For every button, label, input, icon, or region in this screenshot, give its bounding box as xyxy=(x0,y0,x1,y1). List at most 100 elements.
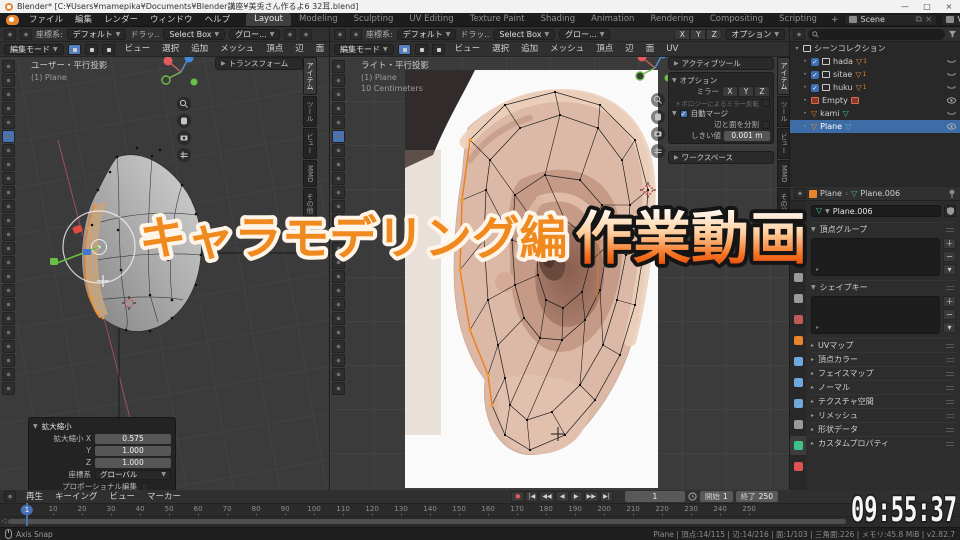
delete-scene-icon[interactable]: × xyxy=(925,15,933,25)
orientation-dropdown[interactable]: デフォルト▼ xyxy=(397,29,457,40)
menu-ヘルプ[interactable]: ヘルプ xyxy=(199,13,237,27)
properties-tab-particles[interactable] xyxy=(790,373,806,392)
section-頂点カラー[interactable]: ▸頂点カラー xyxy=(811,352,956,366)
bevel-tool-button[interactable] xyxy=(2,256,15,269)
vertex-select-mode-button[interactable] xyxy=(68,44,81,55)
eye-open-icon[interactable] xyxy=(947,97,956,104)
options-panel-header[interactable]: ▼オプション xyxy=(672,75,770,86)
face-select-mode-button[interactable] xyxy=(102,44,115,55)
active-tool-panel-collapsed[interactable]: ▶アクティブツール xyxy=(668,57,774,70)
shrink-fatten-tool-button[interactable] xyxy=(2,354,15,367)
expand-dot[interactable]: • xyxy=(802,58,808,65)
shear-tool-button[interactable] xyxy=(332,368,345,381)
edge-select-mode-button[interactable] xyxy=(415,44,428,55)
viewport-menu-頂点[interactable]: 頂点 xyxy=(590,42,619,56)
knife-tool-button[interactable] xyxy=(2,284,15,297)
visibility-eye-open[interactable] xyxy=(947,123,956,130)
minimize-button[interactable]: — xyxy=(894,0,916,13)
rotate-tool-button[interactable] xyxy=(332,144,345,157)
menu-編集[interactable]: 編集 xyxy=(69,13,98,27)
collection-checkbox[interactable]: ✓ xyxy=(811,71,819,79)
mirror-z-button[interactable]: Z xyxy=(706,29,722,40)
properties-tab-object[interactable] xyxy=(790,331,806,350)
play-button[interactable]: ▶ xyxy=(570,491,583,502)
start-frame-field[interactable]: 開始1 xyxy=(700,491,733,502)
annotate-tool-button[interactable] xyxy=(2,186,15,199)
prev-keyframe-button[interactable]: ◀◀ xyxy=(539,491,554,502)
properties-tab-scene[interactable] xyxy=(790,289,806,308)
visibility-eye-open[interactable] xyxy=(947,97,956,104)
sidebar-tab-MMD[interactable]: MMD xyxy=(303,160,317,187)
cursor-tool-button[interactable] xyxy=(2,116,15,129)
jump-to-start-button[interactable]: |◀ xyxy=(525,491,538,502)
tool-options-icon[interactable] xyxy=(20,29,32,40)
select-box-tool-button[interactable] xyxy=(332,74,345,87)
add-shape-key-button[interactable]: ＋ xyxy=(943,296,956,307)
fake-user-button[interactable] xyxy=(944,205,956,217)
workspace-tab-UV Editing[interactable]: UV Editing xyxy=(401,13,461,26)
pivot-dropdown[interactable]: グロー...▼ xyxy=(559,29,610,40)
viewport-menu-面[interactable]: 面 xyxy=(310,42,329,56)
viewport-menu-追加[interactable]: 追加 xyxy=(185,42,214,56)
knife-tool-button[interactable] xyxy=(332,284,345,297)
add-workspace-button[interactable]: + xyxy=(825,15,845,25)
rip-region-tool-button[interactable] xyxy=(332,382,345,395)
scale-tool-button[interactable] xyxy=(2,158,15,171)
expand-dot[interactable]: • xyxy=(802,110,808,117)
section-UVマップ[interactable]: ▸UVマップ xyxy=(811,338,956,352)
add-cube-tool-button[interactable] xyxy=(332,214,345,227)
select-circle-tool-button[interactable] xyxy=(2,88,15,101)
mirror-y-button[interactable]: Y xyxy=(690,29,706,40)
transform-tool-button[interactable] xyxy=(2,172,15,185)
display-mode-icon[interactable] xyxy=(793,29,805,40)
select-box-tool-button[interactable] xyxy=(2,74,15,87)
viewport-menu-メッシュ[interactable]: メッシュ xyxy=(214,42,260,56)
orientation-dropdown[interactable]: グローバル▼ xyxy=(95,470,171,480)
outliner-item-kami[interactable]: •▽kami▽ xyxy=(790,107,960,120)
sidebar-tab-アイテム[interactable]: アイテム xyxy=(777,57,790,95)
next-keyframe-button[interactable]: ▶▶ xyxy=(584,491,599,502)
inset-faces-tool-button[interactable] xyxy=(332,242,345,255)
workspace-tab-Modeling[interactable]: Modeling xyxy=(291,13,346,26)
section-形状データ[interactable]: ▸形状データ xyxy=(811,422,956,436)
measure-tool-button[interactable] xyxy=(2,200,15,213)
edge-select-mode-button[interactable] xyxy=(85,44,98,55)
filter-icon[interactable] xyxy=(948,30,957,38)
orientation-dropdown[interactable]: デフォルト▼ xyxy=(67,29,127,40)
properties-tab-tool[interactable] xyxy=(790,205,806,224)
viewport-menu-ビュー[interactable]: ビュー xyxy=(449,42,487,56)
eye-closed-icon[interactable] xyxy=(947,71,956,78)
tool-options-icon[interactable] xyxy=(350,29,362,40)
maximize-button[interactable]: □ xyxy=(916,0,938,13)
mesh-name-field[interactable]: ▽ ▼ Plane.006 xyxy=(811,205,941,217)
menu-レンダー[interactable]: レンダー xyxy=(98,13,144,27)
topology-mirror-checkbox[interactable] xyxy=(762,99,770,107)
measure-tool-button[interactable] xyxy=(332,200,345,213)
close-button[interactable]: × xyxy=(938,0,960,13)
workspace-tab-Shading[interactable]: Shading xyxy=(533,13,584,26)
auto-merge-header[interactable]: ▼ ✓ 自動マージ xyxy=(672,108,770,119)
visibility-eye-closed[interactable] xyxy=(947,84,956,91)
sidebar-tab-アイテム[interactable]: アイテム xyxy=(303,57,317,95)
select-tool-dropdown[interactable]: Select Box▼ xyxy=(493,29,555,40)
move-tool-button[interactable] xyxy=(2,130,15,143)
properties-tab-physics[interactable] xyxy=(790,394,806,413)
viewport-menu-辺[interactable]: 辺 xyxy=(289,42,310,56)
select-lasso-tool-button[interactable] xyxy=(2,102,15,115)
record-button[interactable]: ● xyxy=(511,491,524,502)
outliner-item-hada[interactable]: •✓hada▽1 xyxy=(790,55,960,68)
sidebar-tab-MMD[interactable]: MMD xyxy=(777,160,790,187)
active-tool-icon[interactable] xyxy=(334,29,346,40)
section-リメッシュ[interactable]: ▸リメッシュ xyxy=(811,408,956,422)
smooth-tool-button[interactable] xyxy=(2,326,15,339)
viewport-menu-UV[interactable]: UV xyxy=(660,42,684,56)
visibility-eye-closed[interactable] xyxy=(947,71,956,78)
face-select-mode-button[interactable] xyxy=(432,44,445,55)
edge-slide-tool-button[interactable] xyxy=(2,340,15,353)
section-テクスチャ空間[interactable]: ▸テクスチャ空間 xyxy=(811,394,956,408)
viewport-menu-選択[interactable]: 選択 xyxy=(156,42,185,56)
shape-keys-header[interactable]: ▼シェイプキー xyxy=(811,280,956,294)
collection-checkbox[interactable]: ✓ xyxy=(811,58,819,66)
properties-tab-constraints[interactable] xyxy=(790,415,806,434)
properties-tab-render[interactable] xyxy=(790,226,806,245)
